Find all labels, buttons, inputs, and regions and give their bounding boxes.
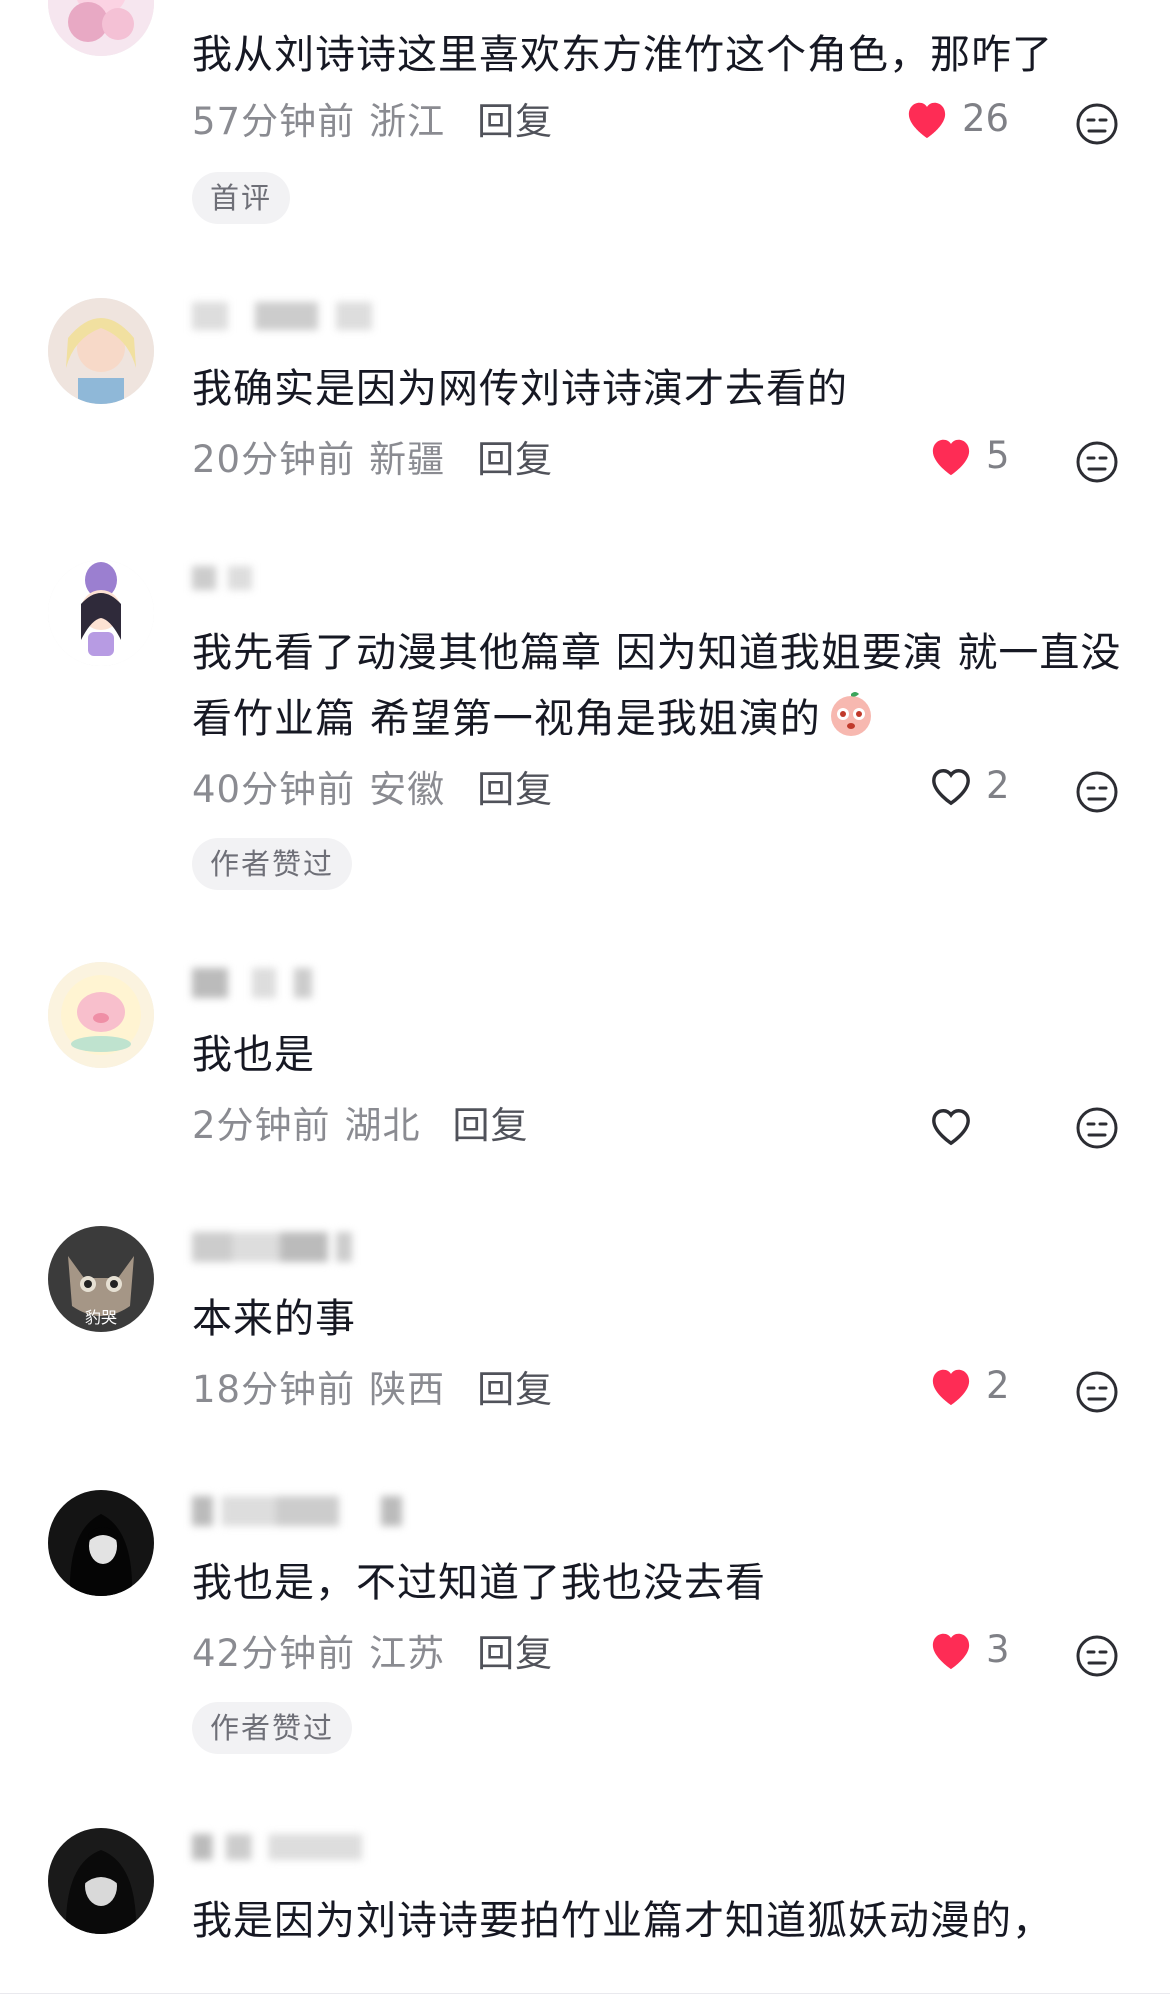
bottom-divider <box>0 1993 1170 1994</box>
comment-location: 陕西 <box>369 1368 446 1411</box>
comment-meta: 42分钟前 江苏 回复 <box>192 1630 553 1678</box>
comment-text: 我也是 <box>192 1032 315 1078</box>
comment-meta: 57分钟前 浙江 回复 <box>192 98 553 146</box>
comment-meta: 20分钟前 新疆 回复 <box>192 436 553 484</box>
like-count: 26 <box>962 97 1010 140</box>
comment-text-content: 我先看了动漫其他篇章 因为知道我姐要演 就一直没看竹业篇 希望第一视角是我姐演的 <box>192 630 1122 742</box>
comment-text: 我是因为刘诗诗要拍竹业篇才知道狐妖动漫的， <box>192 1898 1053 1944</box>
comment-meta: 18分钟前 陕西 回复 <box>192 1366 553 1414</box>
reply-button[interactable]: 回复 <box>453 1104 529 1147</box>
like-count: 5 <box>986 434 1010 477</box>
heart-filled-icon <box>932 1369 970 1406</box>
dislike-face-icon[interactable] <box>1073 1368 1121 1416</box>
username[interactable] <box>192 566 252 590</box>
username[interactable] <box>192 1232 352 1262</box>
username[interactable] <box>192 302 372 330</box>
user-avatar[interactable] <box>48 962 154 1068</box>
comment-meta: 2分钟前 湖北 回复 <box>192 1102 529 1150</box>
comment-text: 我确实是因为网传刘诗诗演才去看的 <box>192 366 848 412</box>
user-avatar[interactable] <box>48 1490 154 1596</box>
user-avatar[interactable] <box>48 0 154 56</box>
reply-button[interactable]: 回复 <box>477 768 553 811</box>
dislike-face-icon[interactable] <box>1073 1104 1121 1152</box>
reply-button[interactable]: 回复 <box>477 438 553 481</box>
username[interactable] <box>192 968 312 998</box>
comment-meta: 40分钟前 安徽 回复 <box>192 766 553 814</box>
reply-button[interactable]: 回复 <box>477 100 553 143</box>
user-avatar[interactable] <box>48 560 154 666</box>
heart-outline-icon <box>932 1109 970 1146</box>
comment-location: 湖北 <box>344 1104 421 1147</box>
author-liked-badge: 作者赞过 <box>192 838 353 890</box>
user-avatar[interactable] <box>48 298 154 404</box>
dislike-face-icon[interactable] <box>1073 1632 1121 1680</box>
comment-time: 57分钟前 <box>192 100 356 143</box>
comment-time: 2分钟前 <box>192 1104 331 1147</box>
heart-filled-icon <box>932 439 970 476</box>
like-count: 2 <box>986 764 1010 807</box>
user-avatar[interactable] <box>48 1828 154 1934</box>
username[interactable] <box>192 1496 402 1526</box>
username[interactable] <box>192 1834 362 1860</box>
like-count: 2 <box>986 1364 1010 1407</box>
heart-filled-icon <box>908 102 946 139</box>
author-liked-badge: 作者赞过 <box>192 1702 353 1754</box>
reply-button[interactable]: 回复 <box>477 1632 553 1675</box>
comment-time: 40分钟前 <box>192 768 356 811</box>
first-comment-badge: 首评 <box>192 172 291 224</box>
comment-time: 42分钟前 <box>192 1632 356 1675</box>
like-count: 3 <box>986 1628 1010 1671</box>
like-button[interactable]: 2 <box>928 1362 1010 1410</box>
user-avatar[interactable]: 豹哭 <box>48 1226 154 1332</box>
comment-text: 本来的事 <box>192 1296 356 1342</box>
like-button[interactable]: 2 <box>928 762 1010 810</box>
heart-filled-icon <box>932 1633 970 1670</box>
avatar-caption: 豹哭 <box>84 1308 117 1327</box>
like-button[interactable]: 3 <box>928 1626 1010 1674</box>
comment-text: 我也是，不过知道了我也没去看 <box>192 1560 766 1606</box>
like-button[interactable]: 5 <box>928 432 1010 480</box>
comment-location: 浙江 <box>369 100 446 143</box>
comment-location: 安徽 <box>369 768 446 811</box>
like-button[interactable]: 26 <box>904 95 1009 143</box>
comment-location: 江苏 <box>369 1632 446 1675</box>
dislike-face-icon[interactable] <box>1073 100 1121 148</box>
comment-text: 我先看了动漫其他篇章 因为知道我姐要演 就一直没看竹业篇 希望第一视角是我姐演的 <box>192 620 1132 752</box>
reply-button[interactable]: 回复 <box>477 1368 553 1411</box>
comment-time: 20分钟前 <box>192 438 356 481</box>
dislike-face-icon[interactable] <box>1073 768 1121 816</box>
blush-peach-emoji <box>830 692 871 736</box>
heart-outline-icon <box>932 769 970 806</box>
dislike-face-icon[interactable] <box>1073 438 1121 486</box>
like-button[interactable] <box>928 1102 986 1150</box>
comment-time: 18分钟前 <box>192 1368 356 1411</box>
comment-text: 我从刘诗诗这里喜欢东方淮竹这个角色，那咋了 <box>192 32 1053 78</box>
comment-location: 新疆 <box>369 438 446 481</box>
